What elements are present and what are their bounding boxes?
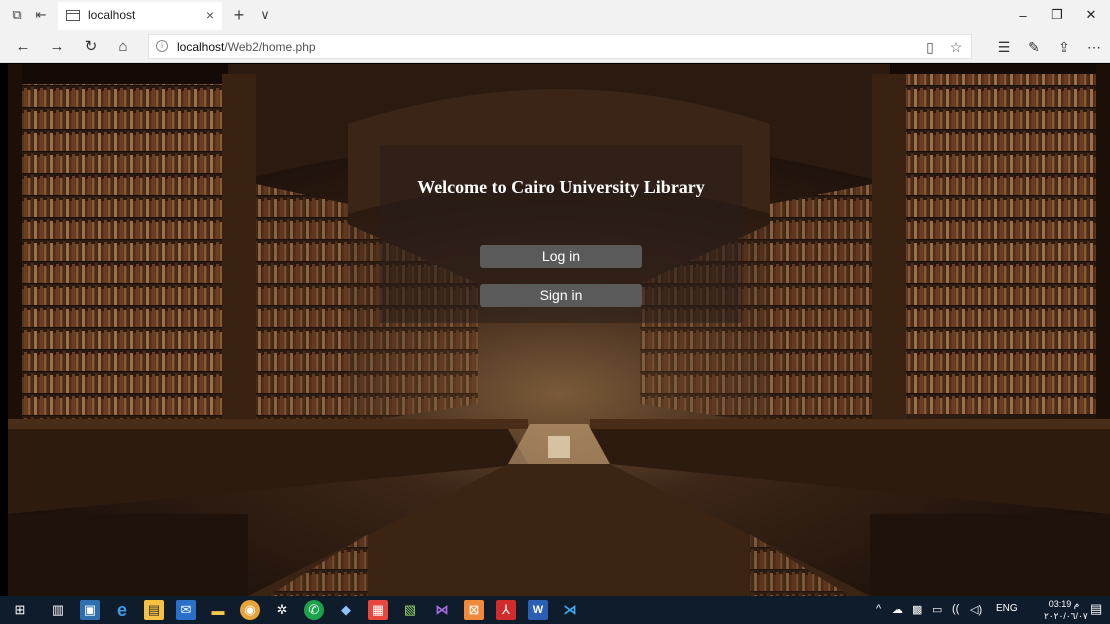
xampp-icon[interactable]: ⊠ xyxy=(464,600,484,620)
home-icon[interactable]: ⌂ xyxy=(112,36,134,56)
web-note-pen-icon[interactable]: ✎ xyxy=(1024,37,1044,57)
visual-studio-icon[interactable]: ⋈ xyxy=(432,600,452,620)
language-indicator[interactable]: ENG xyxy=(996,603,1018,614)
task-view-icon[interactable]: ▥ xyxy=(48,600,68,620)
blend-app-icon[interactable]: ▧ xyxy=(400,600,420,620)
show-hidden-icons-chevron-icon[interactable]: ^ xyxy=(876,603,881,615)
3d-viewer-icon[interactable]: ◆ xyxy=(336,600,356,620)
page-icon xyxy=(66,10,80,21)
settings-gear-icon[interactable]: ✲ xyxy=(272,600,292,620)
clock-date: ٢٠٢٠/٠٦/٠٧ xyxy=(1044,611,1088,621)
tab-menu-chevron-icon[interactable]: ∨ xyxy=(256,6,274,24)
site-info-icon[interactable]: i xyxy=(156,40,168,52)
browser-tab-localhost[interactable]: localhost × xyxy=(58,2,222,30)
set-aside-tabs-icon[interactable]: ⇤ xyxy=(32,6,50,24)
minimize-button[interactable]: – xyxy=(1008,4,1038,26)
photos-app-icon[interactable]: ▣ xyxy=(80,600,100,620)
whatsapp-icon[interactable]: ✆ xyxy=(304,600,324,620)
word-icon[interactable]: W xyxy=(528,600,548,620)
signin-button[interactable]: Sign in xyxy=(480,284,642,307)
back-arrow-icon[interactable]: ← xyxy=(12,36,34,56)
windows-taskbar: ⊞ ▥ ▣ e ▤ ✉ ▬ ◉ ✲ ✆ ◆ ▦ ▧ ⋈ ⊠ ⅄ W ⋊ ^ ☁ … xyxy=(0,596,1110,624)
favorites-list-icon[interactable]: ☰ xyxy=(994,37,1014,57)
tab-title: localhost xyxy=(88,8,136,22)
onedrive-cloud-icon[interactable]: ☁ xyxy=(892,603,903,616)
forward-arrow-icon[interactable]: → xyxy=(46,36,68,56)
reading-view-icon[interactable]: ▯ xyxy=(921,38,939,56)
more-menu-icon[interactable]: ⋯ xyxy=(1084,37,1104,57)
tab-close-icon[interactable]: × xyxy=(206,7,214,23)
url-path: /Web2/home.php xyxy=(224,40,316,54)
edge-browser-icon[interactable]: e xyxy=(112,600,132,620)
mail-icon[interactable]: ✉ xyxy=(176,600,196,620)
new-tab-button[interactable]: + xyxy=(230,5,248,25)
store-icon[interactable]: ▤ xyxy=(144,600,164,620)
browser-navigation-bar: ← → ↻ ⌂ i localhost/Web2/home.php ▯ ☆ ☰ … xyxy=(0,30,1110,63)
clock-time: 03:19 م xyxy=(1048,599,1080,609)
library-background-image xyxy=(8,64,1110,596)
battery-icon[interactable]: ▭ xyxy=(932,603,942,616)
share-icon[interactable]: ⇪ xyxy=(1054,37,1074,57)
refresh-icon[interactable]: ↻ xyxy=(80,36,102,56)
volume-icon[interactable]: ◁) xyxy=(970,603,982,616)
welcome-heading: Welcome to Cairo University Library xyxy=(417,177,705,197)
maximize-button[interactable]: ❐ xyxy=(1042,4,1072,26)
page-viewport: Welcome to Cairo University Library Log … xyxy=(8,64,1110,596)
browser-tab-strip: ⧉ ⇤ localhost × + ∨ – ❐ ✕ xyxy=(0,0,1110,30)
url-host: localhost xyxy=(177,40,225,54)
action-center-icon[interactable]: ▤ xyxy=(1090,601,1102,617)
welcome-panel: Welcome to Cairo University Library Log … xyxy=(380,145,742,323)
windows-start-icon[interactable]: ⊞ xyxy=(10,600,30,620)
address-bar[interactable]: i localhost/Web2/home.php ▯ ☆ xyxy=(148,34,972,59)
tray-app-icon[interactable]: ▩ xyxy=(912,603,922,616)
close-window-button[interactable]: ✕ xyxy=(1076,4,1106,26)
login-button[interactable]: Log in xyxy=(480,245,642,268)
vscode-icon[interactable]: ⋊ xyxy=(560,600,580,620)
chrome-icon[interactable]: ◉ xyxy=(240,600,260,620)
taskbar-clock[interactable]: 03:19 م ٢٠٢٠/٠٦/٠٧ xyxy=(1044,598,1088,622)
tab-preview-icon[interactable]: ⧉ xyxy=(8,6,26,24)
acrobat-reader-icon[interactable]: ⅄ xyxy=(496,600,516,620)
wifi-icon[interactable]: (( xyxy=(952,603,959,615)
file-explorer-icon[interactable]: ▬ xyxy=(208,600,228,620)
colorful-app-icon[interactable]: ▦ xyxy=(368,600,388,620)
favorite-star-icon[interactable]: ☆ xyxy=(947,38,965,56)
url-text[interactable]: localhost/Web2/home.php xyxy=(177,40,316,54)
